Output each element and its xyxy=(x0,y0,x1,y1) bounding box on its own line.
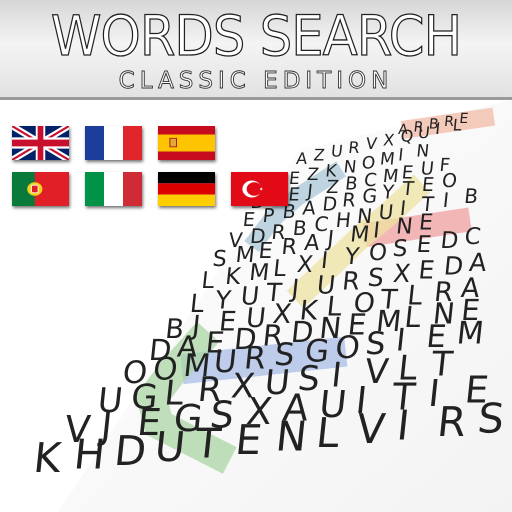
grid-letter[interactable]: U xyxy=(330,142,344,161)
grid-letter[interactable]: R xyxy=(435,398,469,446)
portugal-flag[interactable] xyxy=(12,172,69,206)
word-grid-board: ARBREAZURVXQUILDEZKNOMINDAEJZBCMEUFEPBAD… xyxy=(0,0,512,512)
germany-flag[interactable] xyxy=(158,172,215,206)
grid-letter[interactable]: N xyxy=(274,413,310,461)
grid-letter[interactable]: M xyxy=(455,315,486,351)
uk-flag[interactable] xyxy=(12,126,69,160)
grid-letter[interactable]: E xyxy=(415,232,432,258)
grid-letter[interactable]: H xyxy=(335,208,353,232)
spain-flag[interactable] xyxy=(158,126,215,160)
grid-letter[interactable]: D xyxy=(112,427,149,475)
grid-letter[interactable]: A xyxy=(295,149,308,168)
grid-letter[interactable]: B xyxy=(463,184,479,208)
grid-letter[interactable]: Z xyxy=(313,145,326,164)
grid-letter[interactable]: V xyxy=(354,405,387,453)
grid-letter[interactable]: K xyxy=(31,434,64,482)
turkey-flag[interactable] xyxy=(231,172,288,206)
uk-flag-icon xyxy=(12,126,69,160)
turkey-flag-icon xyxy=(231,172,288,206)
word-grid-svg: ARBREAZURVXQUILDEZKNOMINDAEJZBCMEUFEPBAD… xyxy=(31,100,512,512)
italy-flag-icon xyxy=(85,172,142,206)
grid-letter[interactable]: R xyxy=(348,138,361,157)
grid-letter[interactable]: C xyxy=(463,224,482,250)
grid-letter[interactable]: D xyxy=(439,228,459,254)
germany-flag-icon xyxy=(158,172,215,206)
france-flag[interactable] xyxy=(85,126,142,160)
grid-letter[interactable]: V xyxy=(365,134,378,153)
grid-letter[interactable]: X xyxy=(382,130,395,149)
france-flag-icon xyxy=(85,126,142,160)
grid-letter[interactable]: E xyxy=(233,416,264,464)
grid-letter[interactable]: Q xyxy=(400,127,415,146)
italy-flag[interactable] xyxy=(85,172,142,206)
grid-letter[interactable]: S xyxy=(476,395,507,443)
grid-letter[interactable]: U xyxy=(152,423,187,471)
grid-letter[interactable]: U xyxy=(417,123,431,142)
spain-flag-icon xyxy=(158,126,215,160)
portugal-flag-icon xyxy=(12,172,69,206)
grid-letter[interactable]: H xyxy=(72,431,108,479)
